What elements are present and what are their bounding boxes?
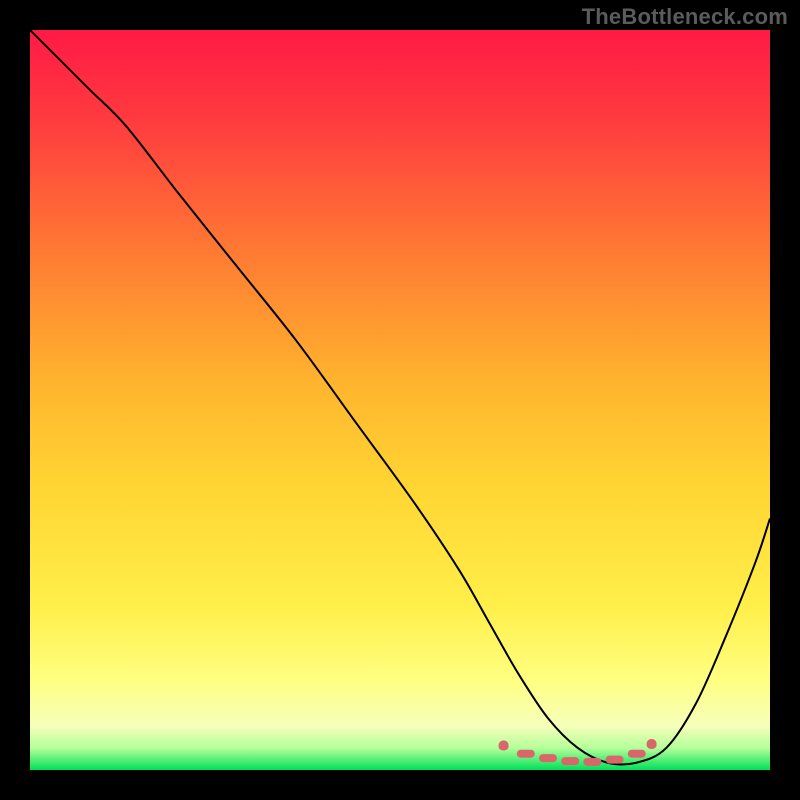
gradient-background (30, 30, 770, 770)
chart-stage: TheBottleneck.com (0, 0, 800, 800)
marker-segment (583, 758, 601, 766)
marker-dot (499, 740, 509, 750)
marker-segment (628, 750, 646, 758)
marker-segment (561, 757, 579, 765)
plot-area (30, 30, 770, 770)
marker-segment (539, 754, 557, 762)
marker-dot (647, 739, 657, 749)
marker-segment (606, 756, 624, 764)
watermark-text: TheBottleneck.com (582, 4, 788, 30)
plot-svg (30, 30, 770, 770)
marker-segment (517, 750, 535, 758)
